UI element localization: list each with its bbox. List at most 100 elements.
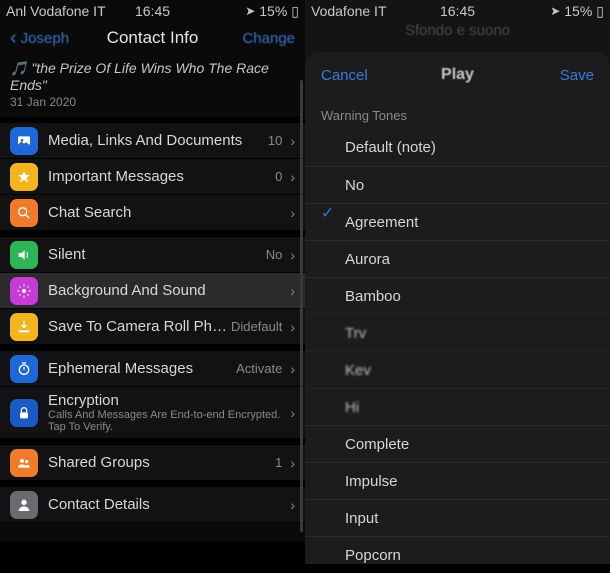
tone-row-label: Agreement — [305, 203, 610, 240]
row-important-label: Important Messages — [48, 168, 275, 185]
chevron-right-icon: › — [290, 169, 295, 185]
row-media[interactable]: Media, Links And Documents 10› — [0, 123, 305, 159]
save-button[interactable]: Save — [560, 67, 594, 84]
row-save-label: Save To Camera Roll Photo — [48, 318, 231, 335]
row-encryption-label: Encryption — [48, 392, 286, 409]
background-page-title: Sfondo e suono — [305, 22, 610, 39]
clock-label: 16:45 — [440, 3, 475, 19]
carrier-label: Vodafone IT — [311, 3, 387, 19]
section-header-tones: Warning Tones — [305, 98, 610, 129]
row-search[interactable]: Chat Search › — [0, 195, 305, 231]
tone-row-label: Complete — [305, 425, 610, 462]
tone-row[interactable]: No — [305, 166, 610, 203]
groups-icon — [10, 449, 38, 477]
bio-quote: "the Prize Of Life Wins Who The Race End… — [10, 60, 269, 93]
scroll-indicator — [300, 80, 303, 532]
row-silent-label: Silent — [48, 246, 266, 263]
left-pane-contact-info: Anl Vodafone IT 16:45 ➤ 15% ▯ Joseph Con… — [0, 0, 305, 542]
battery-label: 15% — [259, 3, 287, 19]
tone-row-label: No — [305, 166, 610, 203]
row-ephemeral[interactable]: Ephemeral Messages Activate› — [0, 351, 305, 387]
tone-row-label: Hi — [305, 388, 610, 425]
chevron-right-icon: › — [290, 361, 295, 377]
speaker-icon — [10, 241, 38, 269]
tone-row-label: Impulse — [305, 462, 610, 499]
row-details-label: Contact Details — [48, 496, 286, 513]
row-ephemeral-label: Ephemeral Messages — [48, 360, 236, 377]
location-icon: ➤ — [245, 4, 255, 18]
chevron-right-icon: › — [290, 405, 295, 421]
person-icon — [10, 491, 38, 519]
tone-row[interactable]: Impulse — [305, 462, 610, 499]
row-ephemeral-meta: Activate› — [236, 361, 295, 377]
tone-picker-modal: Cancel Play Save Warning Tones Default (… — [305, 52, 610, 564]
row-encryption-sub: Calls And Messages Are End-to-end Encryp… — [48, 409, 286, 433]
timer-icon — [10, 355, 38, 383]
star-icon — [10, 163, 38, 191]
tone-row-label: Trv — [305, 314, 610, 351]
battery-label: 15% — [564, 3, 592, 19]
row-important[interactable]: Important Messages 0› — [0, 159, 305, 195]
carrier-label: Anl Vodafone IT — [6, 3, 106, 19]
checkmark-icon: ✓ — [321, 203, 334, 223]
back-button[interactable]: Joseph — [10, 27, 69, 50]
tone-row-label: Input — [305, 499, 610, 536]
row-contact-details[interactable]: Contact Details › — [0, 487, 305, 523]
tone-row[interactable]: Trv — [305, 314, 610, 351]
row-media-label: Media, Links And Documents — [48, 132, 268, 149]
tone-row[interactable]: Kev — [305, 351, 610, 388]
row-silent-meta: No› — [266, 247, 295, 263]
tone-row[interactable]: Aurora — [305, 240, 610, 277]
row-shared-label: Shared Groups — [48, 454, 275, 471]
row-background[interactable]: Background And Sound › — [0, 273, 305, 309]
chevron-right-icon: › — [290, 319, 295, 335]
chevron-right-icon: › — [290, 497, 295, 513]
back-button-label: Joseph — [21, 30, 69, 47]
tone-row[interactable]: ✓Agreement — [305, 203, 610, 240]
chevron-right-icon: › — [290, 455, 295, 471]
row-silent[interactable]: Silent No› — [0, 237, 305, 273]
chevron-left-icon — [10, 27, 19, 50]
row-save[interactable]: Save To Camera Roll Photo Didefault› — [0, 309, 305, 345]
modal-nav: Cancel Play Save — [305, 52, 610, 98]
tone-row-label: Default (note) — [305, 129, 610, 166]
battery-icon: ▯ — [596, 3, 604, 20]
status-bar: Anl Vodafone IT 16:45 ➤ 15% ▯ — [0, 0, 305, 22]
photos-icon — [10, 127, 38, 155]
location-icon: ➤ — [550, 4, 560, 18]
chevron-right-icon: › — [290, 247, 295, 263]
tone-row[interactable]: Complete — [305, 425, 610, 462]
row-shared[interactable]: Shared Groups 1› — [0, 445, 305, 481]
status-right: ➤ 15% ▯ — [245, 3, 299, 20]
download-icon — [10, 313, 38, 341]
row-search-label: Chat Search — [48, 204, 286, 221]
tone-list: Default (note)No✓AgreementAuroraBambooTr… — [305, 129, 610, 573]
bio-text: 🎵 "the Prize Of Life Wins Who The Race E… — [10, 60, 295, 93]
tone-row[interactable]: Hi — [305, 388, 610, 425]
tone-row[interactable]: Default (note) — [305, 129, 610, 166]
change-button[interactable]: Change — [242, 30, 295, 47]
row-save-meta: Didefault› — [231, 319, 295, 335]
tone-row-label: Aurora — [305, 240, 610, 277]
search-icon — [10, 199, 38, 227]
cancel-button[interactable]: Cancel — [321, 67, 368, 84]
row-shared-meta: 1› — [275, 455, 295, 471]
tone-row[interactable]: Input — [305, 499, 610, 536]
row-encryption[interactable]: Encryption Calls And Messages Are End-to… — [0, 387, 305, 439]
status-right: ➤ 15% ▯ — [550, 3, 604, 20]
tone-row[interactable]: Bamboo — [305, 277, 610, 314]
chevron-right-icon: › — [290, 133, 295, 149]
chevron-right-icon: › — [290, 283, 295, 299]
tone-row-label: Kev — [305, 351, 610, 388]
wallpaper-icon — [10, 277, 38, 305]
battery-icon: ▯ — [291, 3, 299, 20]
page-title: Contact Info — [107, 28, 199, 48]
right-pane-tones: Vodafone IT 16:45 ➤ 15% ▯ Sfondo e suono… — [305, 0, 610, 542]
bio-block: 🎵 "the Prize Of Life Wins Who The Race E… — [0, 54, 305, 117]
modal-title: Play — [441, 66, 474, 84]
clock-label: 16:45 — [135, 3, 170, 19]
row-background-label: Background And Sound — [48, 282, 286, 299]
status-bar: Vodafone IT 16:45 ➤ 15% ▯ — [305, 0, 610, 22]
lock-icon — [10, 399, 38, 427]
tone-row-label: Bamboo — [305, 277, 610, 314]
